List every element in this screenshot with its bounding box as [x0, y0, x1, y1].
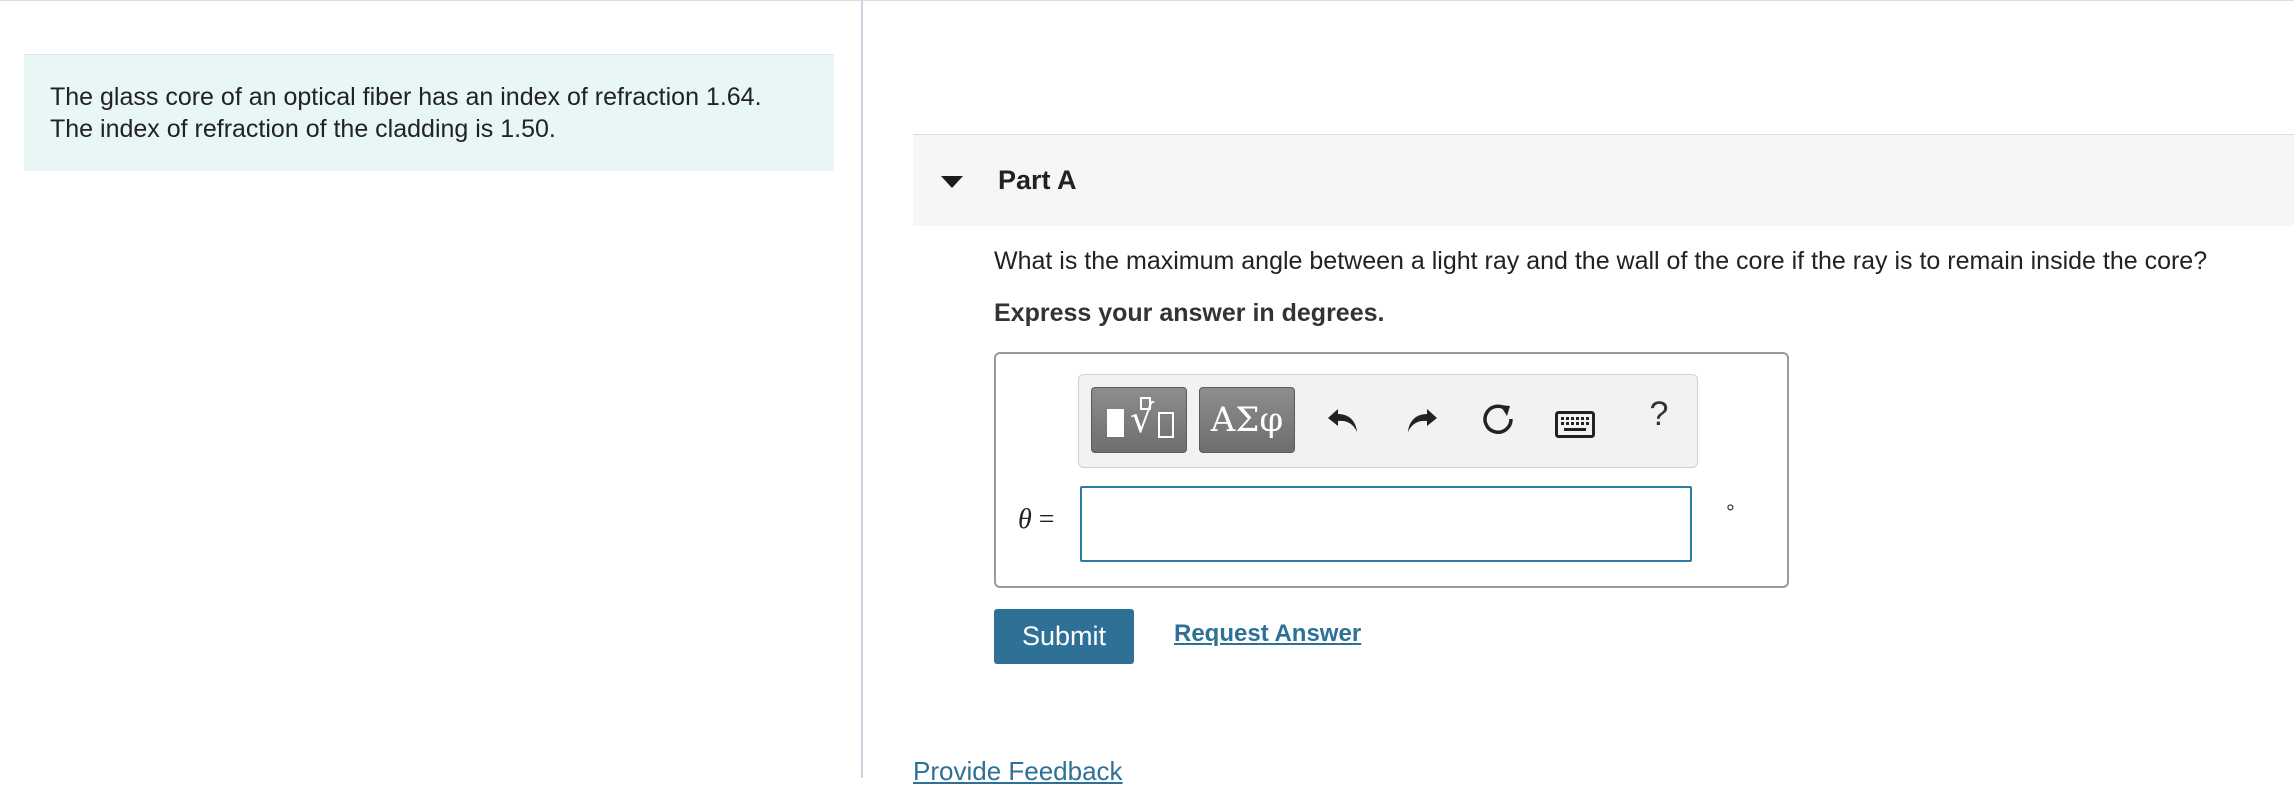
redo-icon[interactable] [1401, 399, 1441, 439]
question-text: What is the maximum angle between a ligh… [994, 247, 2208, 275]
variable-symbol: θ [1018, 504, 1032, 535]
answer-input[interactable] [1080, 486, 1692, 562]
reset-icon[interactable] [1478, 399, 1518, 439]
provide-feedback-link[interactable]: Provide Feedback [913, 756, 1123, 787]
submit-button[interactable]: Submit [994, 609, 1134, 664]
equals-sign: = [1038, 504, 1055, 535]
part-header[interactable]: Part A [913, 134, 2294, 226]
greek-symbols-button[interactable]: ΑΣφ [1199, 387, 1295, 453]
intro-line-1: The glass core of an optical fiber has a… [50, 83, 762, 111]
templates-button[interactable]: √ [1091, 387, 1187, 453]
top-border [0, 0, 2294, 1]
help-icon[interactable]: ? [1644, 395, 1674, 434]
request-answer-link[interactable]: Request Answer [1174, 620, 1361, 648]
undo-icon[interactable] [1324, 399, 1364, 439]
keyboard-icon[interactable] [1555, 405, 1595, 445]
problem-intro: The glass core of an optical fiber has a… [24, 54, 834, 171]
collapse-caret-icon[interactable] [941, 176, 963, 188]
part-title: Part A [998, 165, 1077, 195]
math-toolbar: √ ΑΣφ ? [1078, 374, 1698, 468]
intro-line-2: The index of refraction of the cladding … [50, 115, 556, 143]
column-divider [861, 0, 863, 778]
answer-instruction: Express your answer in degrees. [994, 299, 1385, 327]
answer-variable-label: θ = [1018, 504, 1055, 536]
degree-unit: ° [1726, 500, 1735, 525]
